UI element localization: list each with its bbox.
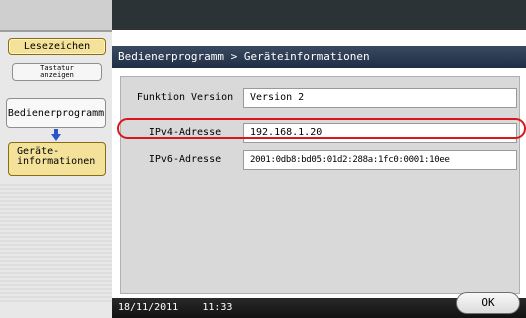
utility-button[interactable]: Bedienerprogramm [6, 98, 106, 128]
info-value: Version 2 [243, 88, 517, 108]
status-date: 18/11/2011 [118, 302, 179, 313]
info-label: IPv6-Adresse [148, 154, 222, 165]
device-label-line2: informationen [17, 156, 96, 167]
breadcrumb: Bedienerprogramm > Geräteinformationen [112, 46, 526, 68]
top-status-band [112, 0, 526, 30]
arrow-down-icon [51, 129, 61, 141]
ok-button[interactable]: OK [456, 292, 520, 314]
bookmark-button-label: Lesezeichen [23, 41, 91, 52]
show-keyboard-button[interactable]: Tastatur anzeigen [12, 63, 102, 81]
status-time: 11:33 [202, 302, 233, 313]
keyboard-label-line2: anzeigen [40, 71, 74, 79]
info-value: 2001:0db8:bd05:01d2:288a:1fc0:0001:10ee [243, 150, 517, 170]
date-time: 18/11/2011 11:33 [118, 301, 232, 315]
info-row-ipv6: IPv6-Adresse 2001:0db8:bd05:01d2:288a:1f… [127, 150, 517, 170]
info-row-function-version: Funktion Version Version 2 [127, 88, 517, 108]
device-info-screen: Lesezeichen Tastatur anzeigen Bedienerpr… [0, 0, 526, 318]
sidebar: Lesezeichen Tastatur anzeigen Bedienerpr… [0, 0, 112, 318]
ipv4-highlight-marker [117, 118, 526, 139]
sidebar-header [0, 0, 112, 30]
bookmark-button[interactable]: Lesezeichen [8, 38, 106, 55]
sidebar-divider [0, 30, 112, 32]
main-panel: Bedienerprogramm > Geräteinformationen F… [112, 36, 526, 298]
info-label: Funktion Version [136, 92, 234, 103]
utility-button-label: Bedienerprogramm [7, 108, 105, 119]
info-list: Funktion Version Version 2 IPv4-Adresse … [120, 76, 520, 294]
sidebar-background-stripes [0, 182, 112, 302]
device-information-button[interactable]: Geräte- informationen [8, 142, 106, 176]
